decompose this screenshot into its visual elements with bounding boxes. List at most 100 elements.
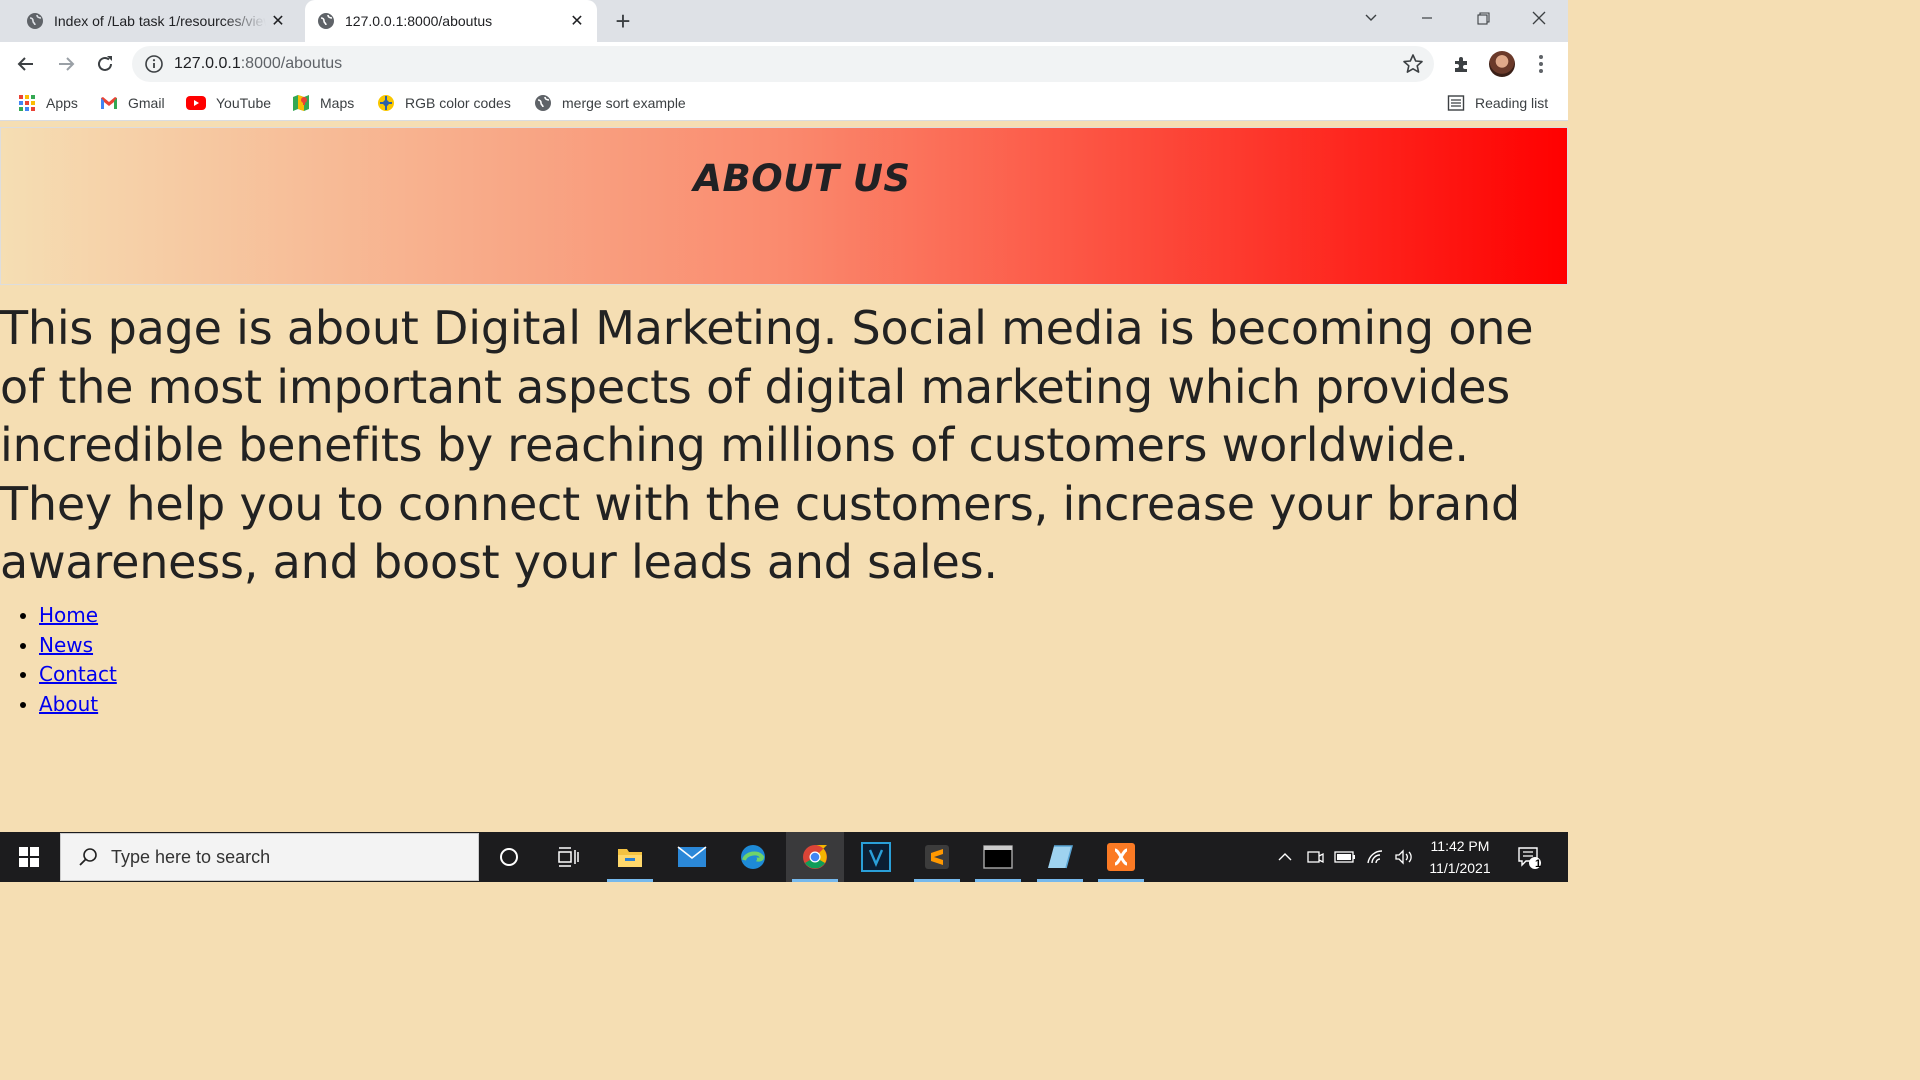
bookmark-label: YouTube bbox=[216, 95, 272, 111]
rgb-site-icon bbox=[377, 94, 395, 112]
mail-icon bbox=[677, 846, 707, 867]
notifications-button[interactable]: 1 bbox=[1512, 832, 1546, 882]
back-button[interactable] bbox=[10, 48, 42, 80]
notification-count: 1 bbox=[1534, 858, 1542, 870]
notes-app[interactable] bbox=[1031, 832, 1089, 882]
cortana-button[interactable] bbox=[480, 832, 538, 882]
mail-app[interactable] bbox=[663, 832, 721, 882]
browser-menu-icon[interactable] bbox=[1532, 50, 1550, 78]
show-hidden-icons-chevron-icon[interactable] bbox=[1274, 832, 1296, 882]
xampp-app[interactable] bbox=[1092, 832, 1150, 882]
wifi-icon[interactable] bbox=[1364, 832, 1388, 882]
tab-title: Index of /Lab task 1/resources/views bbox=[54, 13, 266, 29]
list-item: Home bbox=[39, 601, 117, 631]
bookmark-youtube[interactable]: YouTube bbox=[186, 86, 271, 120]
task-view-button[interactable] bbox=[540, 832, 598, 882]
volume-icon[interactable] bbox=[1392, 832, 1416, 882]
notepad-icon bbox=[1048, 845, 1073, 869]
reading-list-icon bbox=[1447, 94, 1465, 112]
tab-index[interactable]: Index of /Lab task 1/resources/views ✕ bbox=[14, 0, 298, 42]
back-arrow-icon bbox=[17, 57, 33, 71]
file-explorer-app[interactable] bbox=[601, 832, 659, 882]
page-title: ABOUT US bbox=[693, 157, 911, 200]
reading-list-label: Reading list bbox=[1475, 95, 1549, 111]
globe-icon bbox=[27, 13, 43, 29]
windows-taskbar: Type here to search 11:42 PM 11/1/2021 1 bbox=[0, 832, 1568, 882]
about-paragraph: This page is about Digital Marketing. So… bbox=[0, 301, 1534, 589]
chrome-icon bbox=[803, 845, 827, 869]
v-app-icon bbox=[861, 842, 891, 872]
close-window-button[interactable] bbox=[1515, 0, 1563, 36]
bookmark-label: merge sort example bbox=[562, 95, 686, 111]
xampp-icon bbox=[1107, 843, 1135, 871]
about-link[interactable]: About bbox=[39, 692, 98, 716]
list-item: About bbox=[39, 690, 117, 720]
about-header-banner: ABOUT US bbox=[0, 127, 1568, 285]
folder-icon bbox=[618, 849, 642, 867]
taskbar-search-box[interactable]: Type here to search bbox=[60, 833, 479, 881]
youtube-icon bbox=[186, 94, 206, 112]
globe-icon bbox=[534, 94, 552, 112]
tab-aboutus[interactable]: 127.0.0.1:8000/aboutus ✕ bbox=[305, 0, 597, 42]
chrome-app[interactable] bbox=[786, 832, 844, 882]
meet-now-icon[interactable] bbox=[1304, 832, 1326, 882]
edge-app[interactable] bbox=[724, 832, 782, 882]
tab-search-chevron-icon[interactable] bbox=[1347, 0, 1395, 36]
maps-icon bbox=[292, 94, 310, 112]
close-tab-icon[interactable]: ✕ bbox=[565, 9, 589, 33]
reload-button[interactable] bbox=[89, 48, 121, 80]
list-item: Contact bbox=[39, 660, 117, 690]
profile-avatar[interactable] bbox=[1489, 51, 1515, 77]
address-bar[interactable]: 127.0.0.1:8000/aboutus bbox=[132, 46, 1434, 82]
terminal-icon bbox=[983, 845, 1013, 869]
address-url[interactable]: 127.0.0.1:8000/aboutus bbox=[174, 54, 342, 74]
restore-button[interactable] bbox=[1459, 0, 1507, 36]
bookmark-label: Gmail bbox=[128, 95, 165, 111]
tab-strip: Index of /Lab task 1/resources/views ✕ 1… bbox=[0, 0, 1568, 42]
bookmark-label: Apps bbox=[46, 95, 78, 111]
bookmark-gmail[interactable]: Gmail bbox=[100, 86, 165, 120]
bookmark-label: RGB color codes bbox=[405, 95, 511, 111]
apps-grid-icon bbox=[18, 94, 36, 112]
forward-button[interactable] bbox=[50, 48, 82, 80]
vs-app[interactable] bbox=[847, 832, 905, 882]
sublime-text-app[interactable] bbox=[908, 832, 966, 882]
contact-link[interactable]: Contact bbox=[39, 662, 117, 686]
minimize-button[interactable] bbox=[1403, 0, 1451, 36]
sublime-icon bbox=[925, 845, 949, 869]
globe-icon bbox=[318, 13, 334, 29]
news-link[interactable]: News bbox=[39, 633, 93, 657]
bookmarks-bar: Apps Gmail YouTube Maps RGB color codes … bbox=[0, 86, 1568, 121]
cortana-circle-icon bbox=[500, 848, 518, 866]
bookmark-apps[interactable]: Apps bbox=[18, 86, 78, 120]
clock-date: 11/1/2021 bbox=[1429, 860, 1491, 876]
edge-icon bbox=[741, 845, 765, 869]
extensions-button[interactable] bbox=[1448, 50, 1476, 78]
tab-title: 127.0.0.1:8000/aboutus bbox=[345, 13, 493, 29]
bookmark-merge-sort-example[interactable]: merge sort example bbox=[534, 86, 686, 120]
bookmark-label: Maps bbox=[320, 95, 355, 111]
close-tab-icon[interactable]: ✕ bbox=[266, 9, 290, 33]
forward-arrow-icon bbox=[59, 57, 75, 71]
bookmark-maps[interactable]: Maps bbox=[292, 86, 354, 120]
clock-time: 11:42 PM bbox=[1430, 838, 1490, 854]
battery-icon[interactable] bbox=[1333, 832, 1357, 882]
nav-link-list: Home News Contact About bbox=[0, 601, 117, 719]
browser-toolbar: 127.0.0.1:8000/aboutus bbox=[0, 42, 1568, 86]
bookmark-rgb-color-codes[interactable]: RGB color codes bbox=[377, 86, 511, 120]
search-icon bbox=[79, 848, 97, 866]
task-view-icon bbox=[558, 847, 579, 867]
list-item: News bbox=[39, 631, 117, 661]
home-link[interactable]: Home bbox=[39, 603, 98, 627]
reading-list-button[interactable]: Reading list bbox=[1447, 86, 1548, 120]
search-placeholder: Type here to search bbox=[111, 846, 271, 867]
page-viewport: ABOUT US This page is about Digital Mark… bbox=[0, 127, 1568, 832]
bookmark-star-icon[interactable] bbox=[1402, 53, 1424, 75]
info-icon[interactable] bbox=[144, 54, 164, 74]
new-tab-button[interactable]: + bbox=[608, 6, 638, 36]
reload-icon bbox=[98, 56, 112, 71]
taskbar-clock[interactable]: 11:42 PM 11/1/2021 bbox=[1415, 832, 1505, 882]
terminal-app[interactable] bbox=[969, 832, 1027, 882]
puzzle-icon bbox=[1455, 57, 1467, 72]
start-button[interactable] bbox=[0, 832, 58, 882]
